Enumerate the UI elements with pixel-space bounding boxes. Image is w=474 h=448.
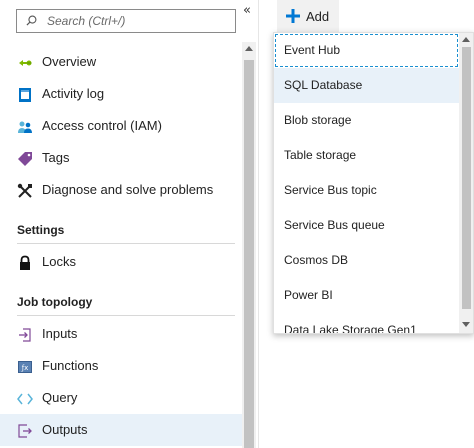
collapse-menu-button[interactable]: « (240, 3, 254, 19)
nav-item-label: Overview (42, 54, 97, 69)
nav-item-tags[interactable]: Tags (0, 142, 242, 174)
nav-item-label: Access control (IAM) (42, 118, 162, 133)
scroll-down-arrow-icon[interactable] (462, 322, 470, 327)
dropdown-item-label: Blob storage (284, 113, 352, 127)
nav-item-outputs[interactable]: Outputs (0, 414, 242, 446)
dropdown-item-service-bus-topic[interactable]: Service Bus topic (274, 173, 459, 208)
add-button[interactable]: Add (277, 0, 339, 32)
nav-item-diagnose[interactable]: Diagnose and solve problems (0, 174, 242, 206)
search-box[interactable] (16, 9, 236, 33)
nav-item-label: Diagnose and solve problems (42, 182, 214, 197)
nav-item-label: Inputs (42, 326, 78, 341)
nav-item-label: Locks (42, 254, 76, 269)
outputs-icon (18, 424, 32, 438)
dropdown-item-service-bus-queue[interactable]: Service Bus queue (274, 208, 459, 243)
scroll-up-arrow-icon[interactable] (462, 37, 470, 42)
menu-scrollbar[interactable] (242, 42, 256, 448)
tag-icon (18, 152, 32, 166)
dropdown-item-label: SQL Database (284, 78, 363, 92)
dropdown-item-label: Event Hub (284, 43, 341, 57)
functions-icon: ƒx (18, 361, 32, 373)
dropdown-item-label: Data Lake Storage Gen1 (284, 323, 417, 334)
dropdown-item-sql-database[interactable]: SQL Database (274, 68, 459, 103)
nav-item-label: Tags (42, 150, 70, 165)
add-button-label: Add (306, 9, 330, 24)
dropdown-item-label: Service Bus queue (284, 218, 385, 232)
search-icon (26, 15, 37, 26)
nav-item-label: Query (42, 390, 78, 405)
blade-divider (258, 0, 259, 448)
nav-item-label: Outputs (42, 422, 88, 437)
nav-item-label: Functions (42, 358, 99, 373)
nav-item-activity-log[interactable]: Activity log (0, 78, 242, 110)
dropdown-item-cosmos-db[interactable]: Cosmos DB (274, 243, 459, 278)
nav-item-locks[interactable]: Locks (0, 246, 242, 278)
dropdown-item-table-storage[interactable]: Table storage (274, 138, 459, 173)
activity-log-icon (19, 88, 31, 102)
dropdown-item-label: Power BI (284, 288, 333, 302)
section-heading-job-topology: Job topology (17, 295, 93, 309)
plus-icon (286, 9, 300, 23)
inputs-icon (19, 328, 31, 342)
nav-item-functions[interactable]: ƒx Functions (0, 350, 242, 382)
dropdown-item-power-bi[interactable]: Power BI (274, 278, 459, 313)
section-divider (17, 243, 235, 244)
search-input[interactable] (47, 13, 227, 29)
nav-item-access-control[interactable]: Access control (IAM) (0, 110, 242, 142)
nav-item-inputs[interactable]: Inputs (0, 318, 242, 350)
section-heading-settings: Settings (17, 223, 65, 237)
wrench-icon (17, 183, 32, 198)
overview-icon (19, 60, 32, 66)
resource-menu: « Overview Activity log Access control (… (0, 0, 258, 448)
nav-item-query[interactable]: Query (0, 382, 242, 414)
dropdown-item-label: Service Bus topic (284, 183, 377, 197)
dropdown-item-blob-storage[interactable]: Blob storage (274, 103, 459, 138)
lock-icon (20, 255, 30, 270)
dropdown-item-label: Cosmos DB (284, 253, 349, 267)
access-control-icon (18, 121, 32, 133)
nav-item-overview[interactable]: Overview (0, 46, 242, 78)
nav-item-label: Activity log (42, 86, 105, 101)
dropdown-item-label: Table storage (284, 148, 357, 162)
scrollbar-thumb[interactable] (244, 60, 254, 448)
scrollbar-thumb[interactable] (462, 47, 471, 309)
svg-text:ƒx: ƒx (21, 364, 29, 372)
add-output-dropdown[interactable]: Event Hub SQL Database Blob storage Tabl… (273, 32, 474, 334)
dropdown-item-data-lake-storage[interactable]: Data Lake Storage Gen1 (274, 313, 459, 334)
dropdown-scrollbar[interactable] (459, 33, 473, 333)
section-divider (17, 315, 235, 316)
dropdown-item-event-hub[interactable]: Event Hub (274, 33, 459, 68)
query-icon (17, 393, 33, 405)
scroll-up-arrow-icon[interactable] (245, 46, 253, 51)
